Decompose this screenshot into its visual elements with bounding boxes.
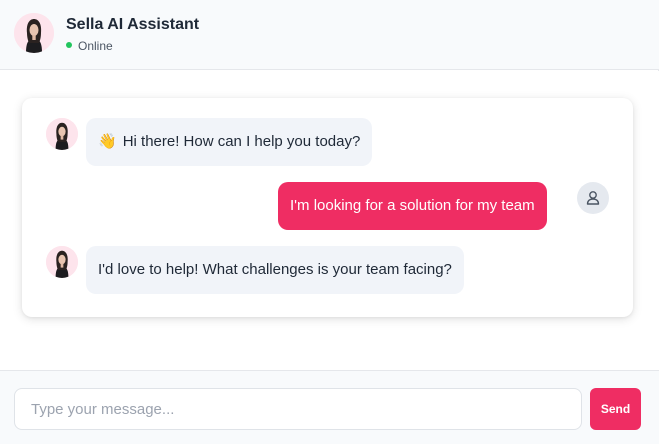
status-text: Online [78, 39, 113, 53]
bot-message-bubble: I'd love to help! What challenges is you… [86, 246, 464, 294]
bot-message-text: I'd love to help! What challenges is you… [98, 261, 452, 278]
user-message-bubble: I'm looking for a solution for my team [278, 182, 547, 230]
chat-messages-area[interactable]: 👋 Hi there! How can I help you today? I'm… [0, 71, 659, 370]
chat-header: Sella AI Assistant Online [0, 0, 659, 70]
woman-portrait-icon [46, 246, 78, 278]
user-avatar [577, 182, 609, 214]
person-icon [586, 191, 600, 205]
bot-message-text: Hi there! How can I help you today? [122, 133, 361, 150]
waving-hand-icon: 👋 [98, 133, 117, 150]
bot-avatar [46, 246, 78, 278]
user-message-text: I'm looking for a solution for my team [290, 197, 535, 214]
woman-portrait-icon [14, 13, 54, 53]
woman-portrait-icon [46, 118, 78, 150]
composer-bar: Send [0, 370, 659, 444]
bot-avatar [46, 118, 78, 150]
send-button[interactable]: Send [590, 388, 641, 430]
online-status-dot [66, 42, 72, 48]
assistant-name: Sella AI Assistant [66, 16, 200, 33]
chat-widget: Sella AI Assistant Online 👋 Hi there! How… [0, 0, 659, 444]
message-card: 👋 Hi there! How can I help you today? I'm… [22, 98, 633, 317]
message-input[interactable] [14, 388, 582, 430]
assistant-avatar [14, 13, 54, 53]
bot-message-bubble: 👋 Hi there! How can I help you today? [86, 118, 373, 166]
